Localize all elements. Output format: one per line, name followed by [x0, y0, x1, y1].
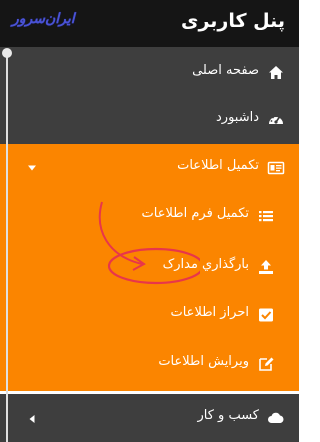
cloud-icon — [268, 412, 284, 423]
scrollbar-thumb[interactable] — [2, 48, 12, 58]
chevron-left-icon — [29, 415, 35, 423]
sidebar-item-business[interactable]: کسب و کار — [0, 394, 299, 442]
sidebar-item-label: ویرایش اطلاعات — [158, 354, 249, 369]
sidebar-subitem-complete-form[interactable]: تکمیل فرم اطلاعات — [0, 192, 299, 240]
sidebar-item-label: احراز اطلاعات — [170, 305, 249, 320]
upload-icon — [259, 260, 273, 274]
edit-icon — [259, 357, 274, 371]
list-icon — [259, 211, 273, 222]
sidebar-item-home[interactable]: صفحه اصلی — [0, 49, 299, 97]
scrollbar-track[interactable] — [6, 52, 8, 442]
panel-title: پنل کاربری — [181, 10, 285, 32]
sidebar-panel: پنل کاربری ایران‌سرور صفحه اصلی داشبورد — [0, 0, 299, 442]
check-square-icon — [259, 308, 273, 322]
chevron-down-icon — [28, 165, 36, 171]
sidebar-item-label: صفحه اصلی — [192, 63, 259, 78]
dashboard-icon — [269, 115, 283, 124]
home-icon — [269, 66, 283, 79]
id-card-icon — [267, 161, 285, 175]
sidebar-subitem-verify-info[interactable]: احراز اطلاعات — [0, 291, 299, 339]
sidebar-subitem-edit-info[interactable]: ویرایش اطلاعات — [0, 340, 299, 388]
sidebar-item-label: بارگذاري مدارک — [162, 257, 249, 272]
sidebar-item-label: تکمیل فرم اطلاعات — [141, 206, 249, 221]
sidebar-subitem-upload-documents[interactable]: بارگذاري مدارک — [0, 243, 299, 291]
sidebar-group-complete-info[interactable]: تکمیل اطلاعات — [0, 144, 299, 192]
sidebar-item-label: تکمیل اطلاعات — [177, 158, 259, 173]
panel-header: پنل کاربری ایران‌سرور — [0, 0, 299, 47]
sidebar-item-label: کسب و کار — [197, 408, 259, 423]
sidebar-item-label: داشبورد — [216, 110, 259, 125]
brand-logo[interactable]: ایران‌سرور — [12, 11, 75, 27]
sidebar-item-dashboard[interactable]: داشبورد — [0, 96, 299, 144]
